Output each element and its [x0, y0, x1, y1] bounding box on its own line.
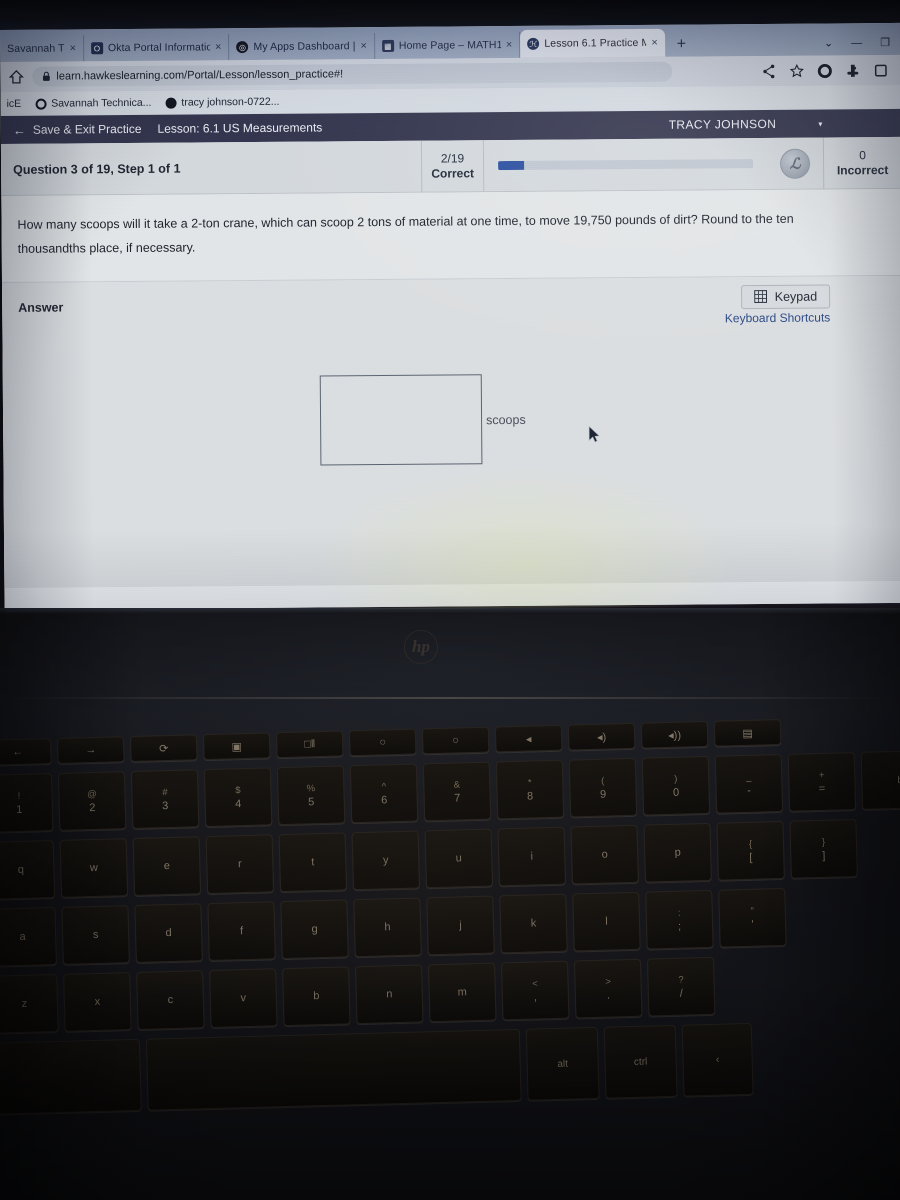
key-r[interactable]: r — [205, 834, 275, 895]
key-j[interactable]: j — [426, 895, 495, 956]
key-k[interactable]: k — [499, 893, 568, 954]
key-a[interactable]: a — [0, 907, 57, 967]
key-punct-;[interactable]: :; — [645, 889, 714, 950]
key-fn-5[interactable]: ○ — [348, 728, 417, 757]
key-s[interactable]: s — [61, 905, 130, 965]
key-fn-0[interactable]: ← — [0, 738, 52, 766]
key-c[interactable]: c — [136, 970, 205, 1030]
key-z[interactable]: z — [0, 974, 59, 1034]
key-fn-8[interactable]: ◂) — [567, 722, 636, 751]
key-fn-6[interactable]: ○ — [421, 726, 490, 755]
key-1[interactable]: ! 1 — [0, 773, 54, 833]
key-y[interactable]: y — [351, 830, 421, 891]
key-5[interactable]: % 5 — [276, 765, 346, 826]
key-h[interactable]: h — [353, 897, 422, 958]
key-2[interactable]: @2 — [57, 771, 127, 831]
key-fn-2[interactable]: ⟳ — [129, 734, 198, 763]
key-ctrl-left[interactable] — [0, 1038, 142, 1115]
key-punct-,[interactable]: <, — [501, 960, 570, 1021]
key-fn-3[interactable]: ▣ — [202, 732, 271, 761]
key-u[interactable]: u — [424, 828, 494, 889]
key-backspace[interactable]: backspace — [860, 748, 900, 810]
key-fn-1[interactable]: → — [56, 736, 125, 764]
key-p[interactable]: p — [643, 822, 712, 883]
answer-unit-label: scoops — [486, 412, 526, 428]
key-f[interactable]: f — [207, 901, 276, 962]
key-o[interactable]: o — [570, 824, 639, 885]
key-0[interactable]: ) 0 — [641, 755, 711, 816]
key-fn-4[interactable]: □‖ — [275, 730, 344, 759]
key-arrow-left[interactable]: ‹ — [681, 1022, 754, 1097]
key-fn-9[interactable]: ◂)) — [640, 720, 709, 749]
key-alt[interactable]: alt — [525, 1026, 600, 1101]
key-8[interactable]: * 8 — [495, 759, 565, 820]
key-space[interactable] — [145, 1028, 522, 1111]
key-m[interactable]: m — [428, 962, 497, 1023]
key--[interactable]: _ - — [714, 753, 784, 814]
mouse-cursor-icon — [588, 425, 600, 443]
key-bracket-][interactable]: }] — [789, 819, 858, 879]
key-b[interactable]: b — [282, 966, 351, 1027]
key-q[interactable]: q — [0, 840, 56, 900]
key-g[interactable]: g — [280, 899, 349, 960]
physical-keyboard: ← → ⟳ ▣ □‖ ○ ○ ◂ ◂) ◂)) ▤ ! 1 @2 #3 $4% 5 ^ 6 & 7 * 8(9) 0 _ - + =… — [0, 715, 900, 1200]
key-punct-.[interactable]: >. — [573, 958, 643, 1019]
hp-brand-logo: hp — [404, 630, 438, 664]
keyboard-spacebar-row: alt ctrl ‹ — [0, 1018, 900, 1115]
key-=[interactable]: + = — [787, 752, 857, 812]
key-w[interactable]: w — [59, 838, 129, 898]
answer-input[interactable] — [319, 374, 483, 466]
key-3[interactable]: #3 — [130, 769, 200, 829]
key-4[interactable]: $4 — [203, 767, 273, 828]
key-punct-/[interactable]: ? / — [646, 956, 716, 1017]
key-i[interactable]: i — [497, 826, 566, 887]
key-n[interactable]: n — [355, 964, 424, 1025]
key-punct-'[interactable]: " ' — [718, 887, 787, 948]
key-d[interactable]: d — [134, 903, 203, 963]
key-e[interactable]: e — [132, 836, 202, 896]
key-t[interactable]: t — [278, 832, 348, 893]
key-6[interactable]: ^ 6 — [349, 763, 419, 824]
key-7[interactable]: & 7 — [422, 761, 492, 822]
key-fn-10[interactable]: ▤ — [713, 718, 782, 747]
keyboard-bottom-letter-row: z x c v b n m <, >.? / — [0, 951, 900, 1034]
key-v[interactable]: v — [209, 968, 278, 1029]
key-bracket-[[interactable]: {[ — [716, 820, 785, 881]
deck-seam — [0, 697, 900, 699]
key-l[interactable]: l — [572, 891, 641, 952]
key-x[interactable]: x — [63, 972, 132, 1032]
photograph-of-laptop: Savannah T × O Okta Portal Informatio × … — [0, 0, 900, 1200]
answer-input-layer: scoops — [0, 23, 900, 610]
key-fn-7[interactable]: ◂ — [494, 724, 563, 753]
key-ctrl[interactable]: ctrl — [603, 1024, 678, 1099]
key-9[interactable]: (9 — [568, 757, 638, 818]
